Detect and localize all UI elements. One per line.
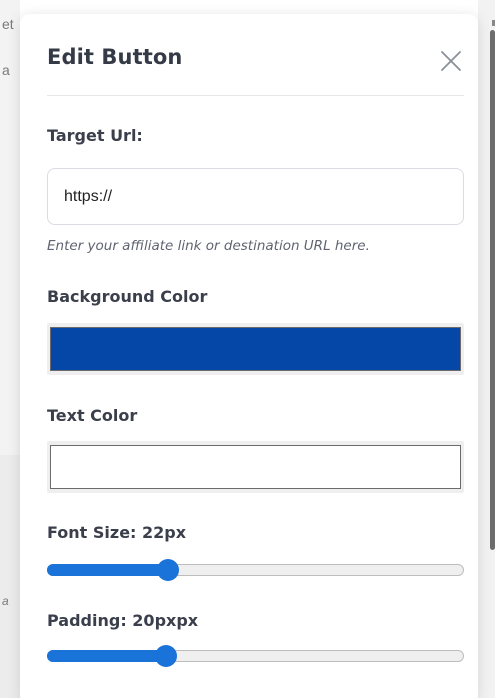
text-color-picker[interactable] bbox=[47, 441, 464, 493]
header-divider bbox=[47, 95, 464, 96]
background-color-swatch[interactable] bbox=[50, 327, 461, 371]
edit-button-modal: Edit Button Target Url: Enter your affil… bbox=[20, 14, 478, 698]
background-color-label: Background Color bbox=[47, 287, 208, 306]
text-color-label: Text Color bbox=[47, 406, 138, 425]
background-page-right bbox=[478, 0, 495, 698]
slider-thumb[interactable] bbox=[154, 645, 177, 667]
font-size-label: Font Size: 22px bbox=[47, 523, 187, 542]
close-icon bbox=[441, 51, 461, 71]
background-panel bbox=[0, 455, 20, 698]
padding-slider[interactable] bbox=[47, 645, 464, 667]
target-url-input[interactable] bbox=[47, 168, 464, 225]
target-url-help-text: Enter your affiliate link or destination… bbox=[47, 238, 370, 254]
background-color-picker[interactable] bbox=[47, 323, 464, 375]
slider-fill bbox=[47, 564, 168, 576]
background-text-fragment: a bbox=[2, 62, 10, 78]
close-button[interactable] bbox=[438, 48, 464, 74]
screen: et a a Edit Button Target Url: Enter you… bbox=[0, 0, 495, 698]
modal-header: Edit Button bbox=[20, 14, 478, 96]
target-url-label: Target Url: bbox=[47, 126, 143, 145]
font-size-slider[interactable] bbox=[47, 559, 464, 581]
slider-fill bbox=[47, 650, 166, 662]
background-page-left: et a a bbox=[0, 0, 20, 698]
padding-label: Padding: 20pxpx bbox=[47, 611, 199, 630]
background-text-fragment: a bbox=[2, 594, 9, 608]
slider-thumb[interactable] bbox=[156, 559, 179, 581]
modal-title: Edit Button bbox=[47, 45, 183, 69]
text-color-swatch[interactable] bbox=[50, 445, 461, 489]
page-scrollbar[interactable] bbox=[490, 30, 495, 550]
background-text-fragment: et bbox=[2, 16, 14, 32]
